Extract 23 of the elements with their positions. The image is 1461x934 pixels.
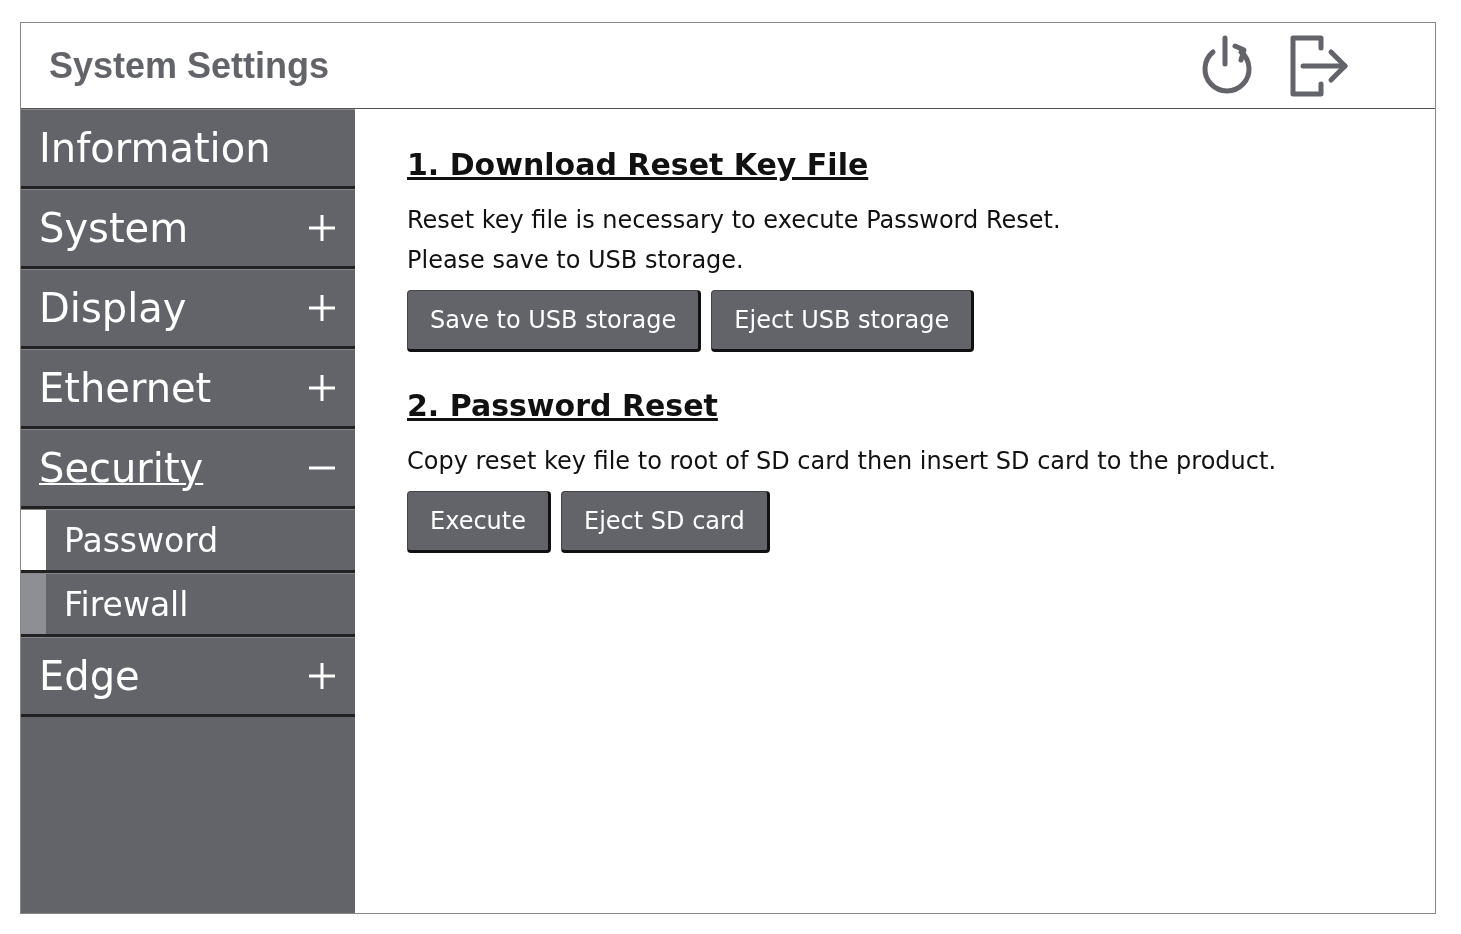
sidebar-item[interactable]: Edge <box>21 637 355 717</box>
sidebar-item[interactable]: Information <box>21 109 355 189</box>
expand-icon[interactable] <box>307 373 337 403</box>
logout-icon[interactable] <box>1289 33 1349 98</box>
instruction-text: Copy reset key file to root of SD card then insert SD card to the product. <box>407 446 1278 477</box>
action-button[interactable]: Eject SD card <box>561 491 770 553</box>
sidebar-item[interactable]: Ethernet <box>21 349 355 429</box>
sidebar-item[interactable]: Security <box>21 429 355 509</box>
sidebar-item[interactable]: Display <box>21 269 355 349</box>
expand-icon[interactable] <box>307 661 337 691</box>
expand-icon[interactable] <box>307 213 337 243</box>
window-title: System Settings <box>49 44 331 87</box>
section-heading: 2. Password Reset <box>407 388 719 423</box>
action-button[interactable]: Save to USB storage <box>407 290 702 352</box>
section-heading: 1. Download Reset Key File <box>407 147 870 182</box>
sidebar-item[interactable]: System <box>21 189 355 269</box>
sidebar-subitem[interactable]: Firewall <box>21 573 355 637</box>
instruction-text: Reset key file is necessary to execute Password Reset. <box>407 205 1062 236</box>
sidebar-subitem[interactable]: Password <box>21 509 355 573</box>
action-button[interactable]: Execute <box>407 491 551 553</box>
instruction-text: Please save to USB storage. <box>407 245 745 276</box>
expand-icon[interactable] <box>307 293 337 323</box>
action-button[interactable]: Eject USB storage <box>711 290 975 352</box>
